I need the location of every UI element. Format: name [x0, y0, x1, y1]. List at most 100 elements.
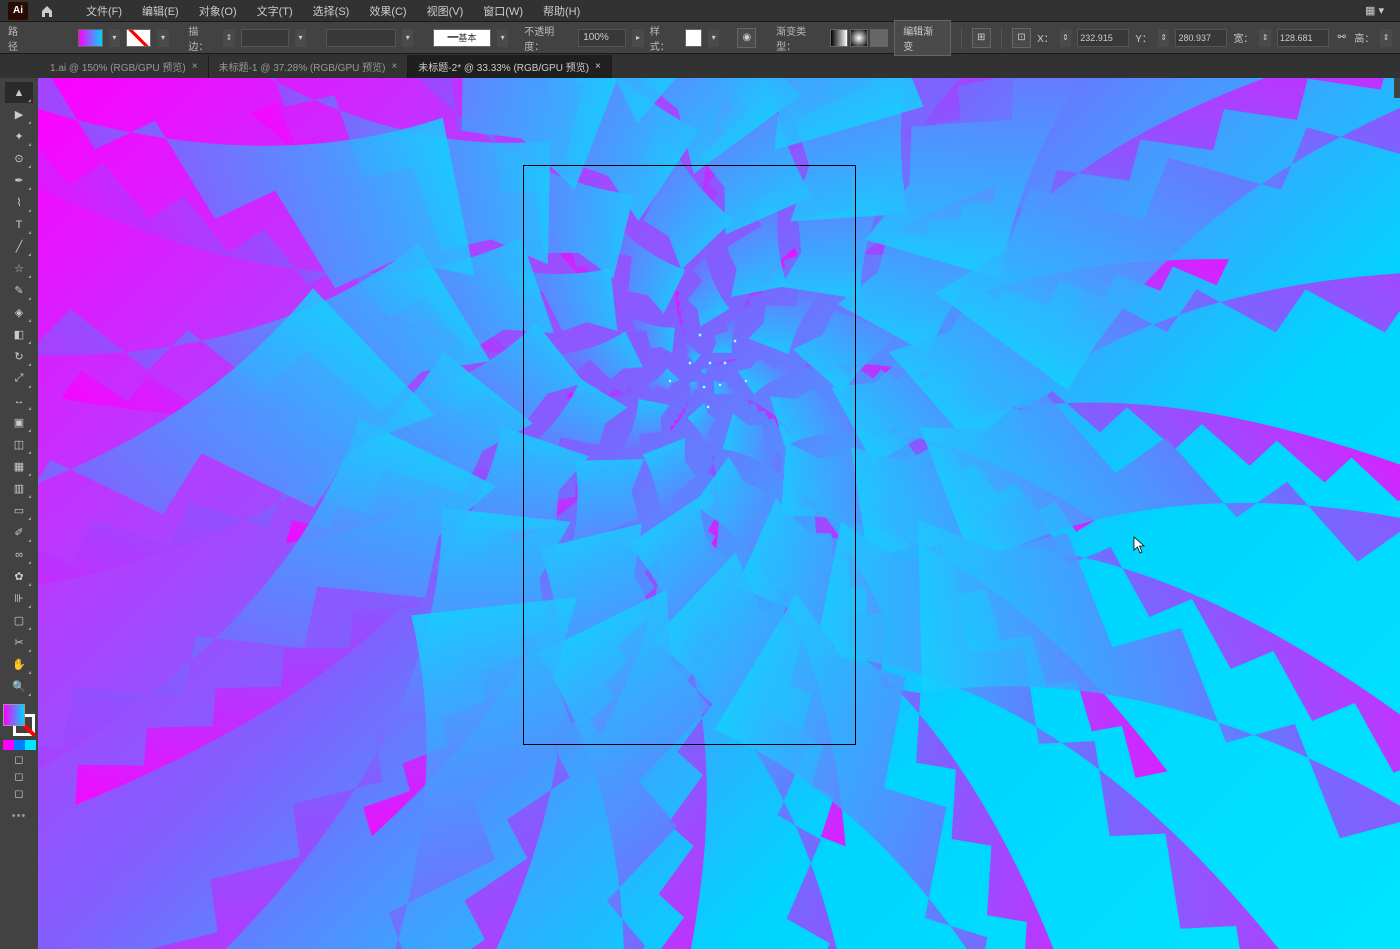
menu-view[interactable]: 视图(V)	[417, 0, 474, 22]
freeform-gradient-button[interactable]	[870, 29, 888, 47]
document-tab[interactable]: 未标题-2* @ 33.33% (RGB/GPU 预览) ×	[408, 55, 612, 78]
fill-stroke-indicator[interactable]	[3, 704, 35, 736]
draw-behind-mode[interactable]: ◻	[5, 768, 33, 784]
canvas[interactable]	[38, 78, 1400, 949]
h-stepper[interactable]: ⇕	[1380, 29, 1392, 47]
brush-definition[interactable]: ━━ 基本	[433, 29, 491, 47]
style-dropdown[interactable]: ▾	[708, 29, 720, 47]
blend-tool[interactable]: ∞	[5, 544, 33, 565]
style-label: 样式：	[650, 23, 679, 53]
document-tabs-bar: 1.ai @ 150% (RGB/GPU 预览) × 未标题-1 @ 37.28…	[0, 54, 1400, 78]
normal-draw-mode[interactable]: ◻	[5, 751, 33, 767]
menu-effect[interactable]: 效果(C)	[359, 0, 416, 22]
stroke-weight-dropdown[interactable]: ▾	[295, 29, 307, 47]
pen-tool[interactable]: ✒	[5, 170, 33, 191]
menu-help[interactable]: 帮助(H)	[533, 0, 590, 22]
line-segment-tool[interactable]: ╱	[5, 236, 33, 257]
column-graph-tool[interactable]: ⊪	[5, 588, 33, 609]
shape-builder-tool[interactable]: ◫	[5, 434, 33, 455]
curvature-tool[interactable]: ⌇	[5, 192, 33, 213]
fill-dropdown[interactable]: ▾	[109, 29, 121, 47]
w-stepper[interactable]: ⇕	[1259, 29, 1271, 47]
menu-edit[interactable]: 编辑(E)	[132, 0, 189, 22]
x-input[interactable]	[1077, 29, 1129, 47]
divider	[961, 27, 962, 49]
transform-panel-button[interactable]: ⊡	[1012, 28, 1031, 48]
free-transform-tool[interactable]: ▣	[5, 412, 33, 433]
x-label: X：	[1037, 30, 1054, 45]
constrain-proportions-icon[interactable]: ⚯	[1335, 29, 1348, 47]
document-tab[interactable]: 1.ai @ 150% (RGB/GPU 预览) ×	[40, 55, 209, 78]
magic-wand-tool[interactable]: ✦	[5, 126, 33, 147]
draw-inside-mode[interactable]: ◻	[5, 785, 33, 801]
menu-object[interactable]: 对象(O)	[189, 0, 247, 22]
scale-tool[interactable]: ⤢	[5, 368, 33, 389]
linear-gradient-button[interactable]	[830, 29, 848, 47]
w-label: 宽：	[1233, 30, 1253, 45]
workspace-switcher[interactable]: ▦ ▾	[1357, 1, 1392, 20]
radial-gradient-button[interactable]	[850, 29, 868, 47]
color-mode-row[interactable]	[3, 740, 36, 750]
home-icon[interactable]	[38, 2, 56, 20]
mesh-tool[interactable]: ▥	[5, 478, 33, 499]
menu-bar: Ai 文件(F) 编辑(E) 对象(O) 文字(T) 选择(S) 效果(C) 视…	[0, 0, 1400, 22]
brush-dropdown[interactable]: ▾	[497, 29, 509, 47]
stroke-swatch[interactable]	[126, 29, 151, 47]
graphic-style-swatch[interactable]	[685, 29, 702, 47]
menu-select[interactable]: 选择(S)	[303, 0, 360, 22]
align-button[interactable]: ⊞	[972, 28, 991, 48]
close-icon[interactable]: ×	[391, 61, 397, 72]
control-bar: 路径 ▾ ▾ 描边： ⇕ ▾ ▾ ━━ 基本 ▾ 不透明度： ▸ 样式： ▾ ◉…	[0, 22, 1400, 54]
stroke-dropdown[interactable]: ▾	[157, 29, 169, 47]
right-panel-collapsed-handle[interactable]	[1394, 78, 1400, 98]
opacity-input[interactable]	[578, 29, 626, 47]
fill-swatch[interactable]	[78, 29, 103, 47]
stroke-label: 描边：	[188, 23, 217, 53]
paintbrush-tool[interactable]: ✎	[5, 280, 33, 301]
rotate-tool[interactable]: ↻	[5, 346, 33, 367]
close-icon[interactable]: ×	[595, 61, 601, 72]
opacity-label: 不透明度：	[524, 23, 572, 53]
lasso-tool[interactable]: ⊙	[5, 148, 33, 169]
eyedropper-tool[interactable]: ✐	[5, 522, 33, 543]
recolor-artwork-button[interactable]: ◉	[737, 28, 756, 48]
menu-window[interactable]: 窗口(W)	[473, 0, 533, 22]
vwp-dropdown[interactable]: ▾	[402, 29, 414, 47]
y-stepper[interactable]: ⇕	[1158, 29, 1170, 47]
x-stepper[interactable]: ⇕	[1060, 29, 1072, 47]
spiral-artwork	[38, 78, 1400, 949]
edit-toolbar-icon[interactable]: •••	[12, 810, 27, 822]
width-tool[interactable]: ↔	[5, 390, 33, 411]
selection-tool[interactable]: ▲	[5, 82, 33, 103]
menu-type[interactable]: 文字(T)	[247, 0, 303, 22]
gradient-type-label: 渐变类型：	[776, 23, 824, 53]
variable-width-profile[interactable]	[326, 29, 396, 47]
close-icon[interactable]: ×	[192, 61, 198, 72]
gradient-tool[interactable]: ▭	[5, 500, 33, 521]
edit-gradient-button[interactable]: 编辑渐变	[894, 20, 950, 56]
tab-label: 未标题-1 @ 37.28% (RGB/GPU 预览)	[219, 59, 386, 74]
zoom-tool[interactable]: 🔍	[5, 676, 33, 697]
brush-label: 基本	[458, 31, 476, 44]
hand-tool[interactable]: ✋	[5, 654, 33, 675]
tab-label: 1.ai @ 150% (RGB/GPU 预览)	[50, 59, 186, 74]
shaper-tool[interactable]: ◈	[5, 302, 33, 323]
perspective-grid-tool[interactable]: ▦	[5, 456, 33, 477]
document-tab[interactable]: 未标题-1 @ 37.28% (RGB/GPU 预览) ×	[209, 55, 409, 78]
slice-tool[interactable]: ✂	[5, 632, 33, 653]
direct-selection-tool[interactable]: ▶	[5, 104, 33, 125]
symbol-sprayer-tool[interactable]: ✿	[5, 566, 33, 587]
toolbox: ▲▶✦⊙✒⌇T╱☆✎◈◧↻⤢↔▣◫▦▥▭✐∞✿⊪▢✂✋🔍◻◻◻•••	[0, 78, 38, 949]
w-input[interactable]	[1277, 29, 1329, 47]
eraser-tool[interactable]: ◧	[5, 324, 33, 345]
stroke-weight-stepper[interactable]: ⇕	[223, 29, 235, 47]
object-type-label: 路径	[8, 23, 27, 53]
stroke-weight-input[interactable]	[241, 29, 289, 47]
rectangle-tool[interactable]: ☆	[5, 258, 33, 279]
menu-file[interactable]: 文件(F)	[76, 0, 132, 22]
artboard-tool[interactable]: ▢	[5, 610, 33, 631]
type-tool[interactable]: T	[5, 214, 33, 235]
opacity-dropdown[interactable]: ▸	[632, 29, 644, 47]
y-label: Y：	[1135, 30, 1152, 45]
y-input[interactable]	[1175, 29, 1227, 47]
